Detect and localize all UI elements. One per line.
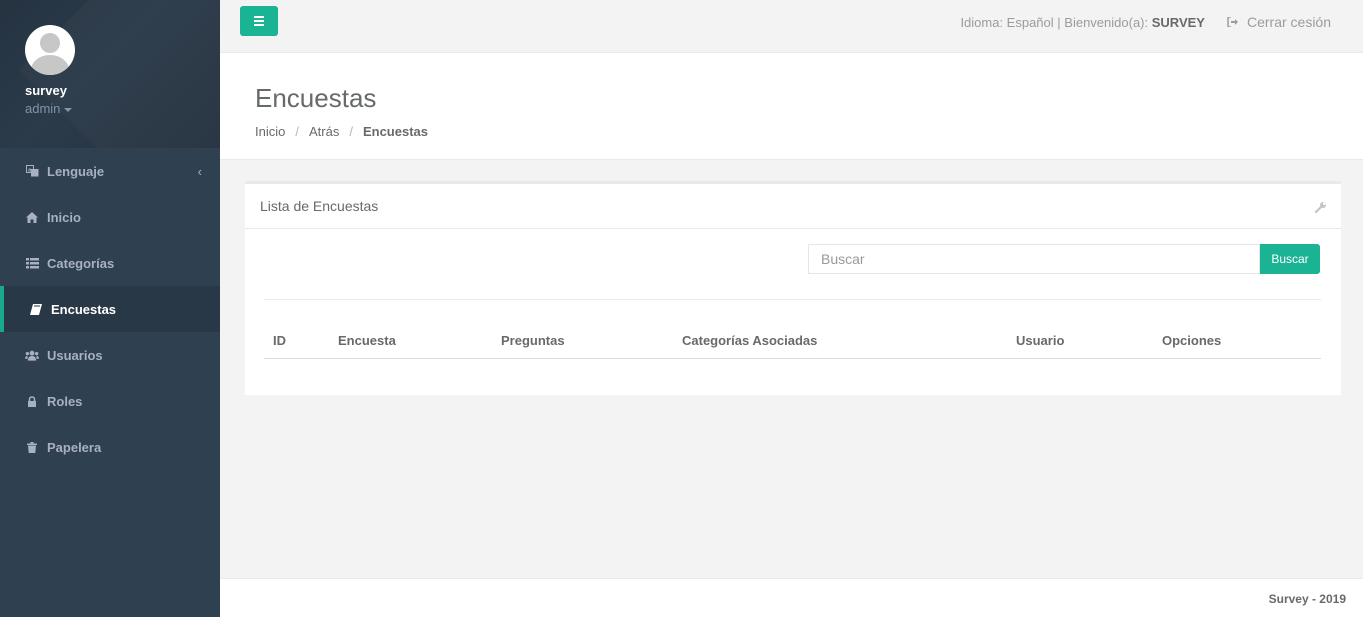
logout-link[interactable]: Cerrar cesión	[1227, 14, 1331, 30]
home-icon	[25, 211, 39, 223]
breadcrumb-separator: /	[295, 124, 299, 139]
table-header: ID Encuesta Preguntas Categorías Asociad…	[264, 329, 1321, 359]
topbar: Idioma: Español | Bienvenido(a): SURVEY …	[220, 0, 1363, 53]
book-icon	[29, 303, 43, 315]
list-icon	[25, 257, 39, 269]
sidebar-item-label: Roles	[47, 393, 83, 409]
sidebar-nav: a Lenguaje ‹ Inicio Categorías Encuestas	[0, 148, 220, 470]
profile-panel: survey admin	[0, 0, 220, 148]
footer: Survey - 2019	[220, 578, 1363, 617]
sign-out-icon	[1227, 14, 1239, 30]
sidebar-item-papelera[interactable]: Papelera	[0, 424, 220, 470]
sidebar-item-lenguaje[interactable]: a Lenguaje ‹	[0, 148, 220, 194]
users-icon	[25, 350, 39, 361]
profile-role-dropdown[interactable]: admin	[25, 101, 220, 116]
sidebar-item-label: Usuarios	[47, 347, 103, 363]
separator: |	[1053, 14, 1065, 30]
column-header-opciones[interactable]: Opciones	[1162, 333, 1221, 348]
column-header-id[interactable]: ID	[273, 333, 286, 348]
trash-icon	[25, 441, 39, 453]
hamburger-icon	[254, 16, 264, 18]
panel-title: Lista de Encuestas	[260, 198, 379, 214]
sidebar-item-label: Encuestas	[51, 301, 117, 317]
sidebar-item-encuestas[interactable]: Encuestas	[0, 286, 220, 332]
page-heading: Encuestas Inicio / Atrás / Encuestas	[220, 53, 1363, 160]
column-header-categorias[interactable]: Categorías Asociadas	[682, 333, 817, 348]
welcome-label: Bienvenido(a):	[1064, 14, 1152, 30]
sidebar-item-roles[interactable]: Roles	[0, 378, 220, 424]
breadcrumb-item-inicio[interactable]: Inicio	[255, 124, 285, 139]
welcome-user: SURVEY	[1151, 14, 1205, 30]
topbar-user-info: Idioma: Español | Bienvenido(a): SURVEY …	[960, 14, 1331, 30]
panel-header: Lista de Encuestas	[245, 184, 1341, 229]
svg-text:a: a	[28, 168, 32, 174]
breadcrumb: Inicio / Atrás / Encuestas	[255, 124, 1363, 139]
sidebar: survey admin a Lenguaje ‹ Inicio Categor…	[0, 0, 220, 617]
breadcrumb-separator: /	[349, 124, 353, 139]
surveys-panel: Lista de Encuestas Buscar ID Encuesta Pr…	[245, 181, 1341, 395]
profile-role-label: admin	[25, 101, 61, 116]
search-button[interactable]: Buscar	[1260, 244, 1320, 274]
sidebar-item-usuarios[interactable]: Usuarios	[0, 332, 220, 378]
language-indicator: Idioma: Español	[960, 14, 1054, 30]
chevron-left-icon: ‹	[197, 163, 202, 179]
footer-text: Survey - 2019	[1268, 592, 1346, 606]
divider	[264, 299, 1321, 300]
column-header-usuario[interactable]: Usuario	[1016, 333, 1064, 348]
search-input[interactable]	[808, 244, 1260, 274]
column-header-preguntas[interactable]: Preguntas	[501, 333, 565, 348]
sidebar-item-categorias[interactable]: Categorías	[0, 240, 220, 286]
sidebar-item-label: Categorías	[47, 255, 115, 271]
sidebar-item-label: Lenguaje	[47, 163, 105, 179]
caret-down-icon	[64, 107, 73, 112]
avatar[interactable]	[25, 25, 75, 75]
language-icon: a	[25, 165, 39, 177]
search-group: Buscar	[808, 244, 1320, 274]
sidebar-item-label: Papelera	[47, 439, 102, 455]
toggle-menu-button[interactable]	[240, 6, 278, 36]
wrench-icon[interactable]	[1314, 200, 1327, 216]
breadcrumb-item-current: Encuestas	[362, 124, 428, 139]
profile-name: survey	[25, 83, 67, 98]
logout-label: Cerrar cesión	[1246, 14, 1331, 30]
breadcrumb-item-atras[interactable]: Atrás	[309, 124, 339, 139]
lock-icon	[25, 395, 39, 407]
sidebar-item-label: Inicio	[47, 209, 81, 225]
column-header-encuesta[interactable]: Encuesta	[338, 333, 396, 348]
page-title: Encuestas	[255, 83, 377, 113]
sidebar-item-inicio[interactable]: Inicio	[0, 194, 220, 240]
